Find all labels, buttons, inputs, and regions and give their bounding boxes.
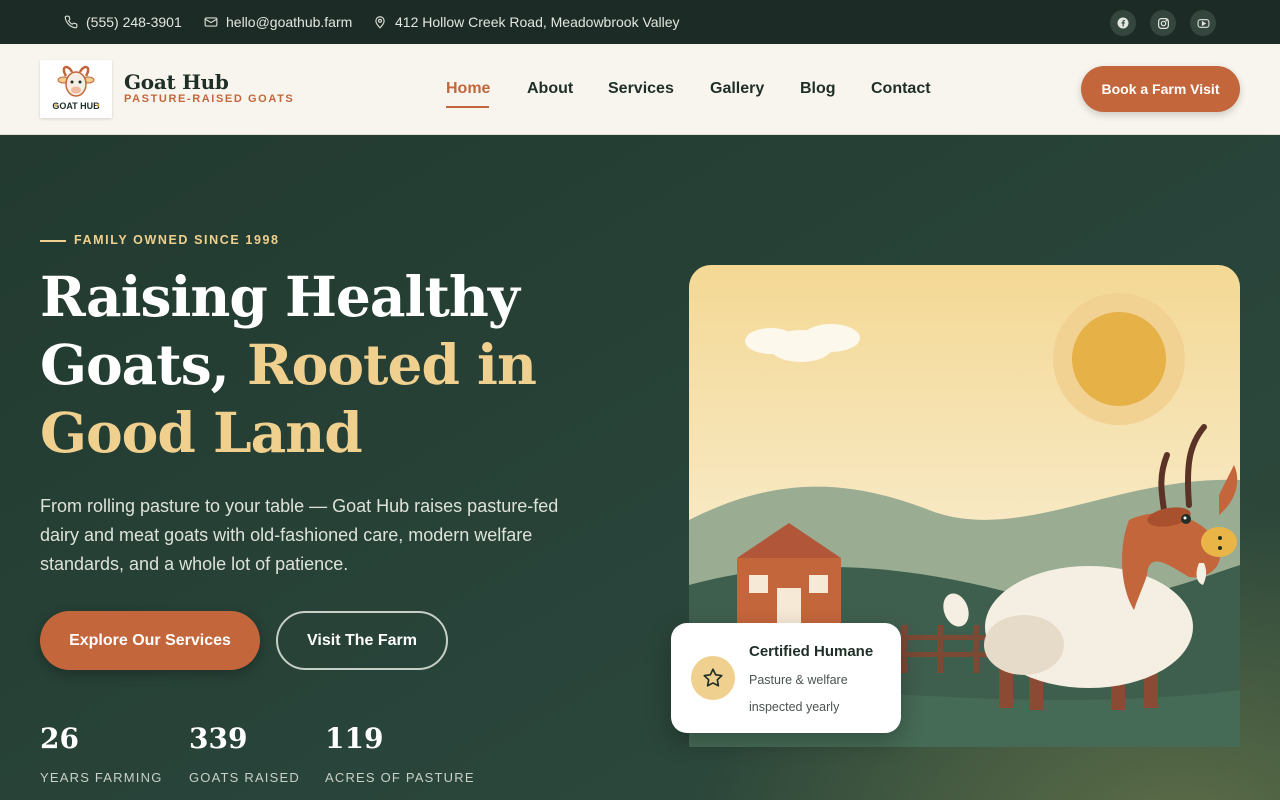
badge-title: Certified Humane bbox=[749, 643, 874, 660]
nav-about[interactable]: About bbox=[527, 80, 573, 98]
phone-contact[interactable]: (555) 248-3901 bbox=[64, 0, 182, 44]
logo-wordmark: GOAT HUB bbox=[52, 101, 100, 111]
phone-icon bbox=[64, 15, 78, 29]
visit-farm-button[interactable]: Visit The Farm bbox=[276, 611, 448, 670]
youtube-icon bbox=[1197, 18, 1209, 28]
badge-subtitle: Pasture & welfare inspected yearly bbox=[749, 673, 848, 714]
headline-line-1: Raising Healthy bbox=[40, 264, 520, 329]
stat-years-label: YEARS FARMING bbox=[40, 770, 163, 785]
instagram-link[interactable] bbox=[1150, 10, 1176, 36]
nav-home[interactable]: Home bbox=[446, 80, 490, 98]
active-nav-indicator bbox=[446, 106, 489, 108]
stat-goats-value: 339 bbox=[189, 722, 248, 755]
hero-section: FAMILY OWNED SINCE 1998 Raising Healthy … bbox=[0, 135, 1280, 800]
nav-gallery[interactable]: Gallery bbox=[710, 80, 764, 98]
site-header: GOAT HUB ✦ ✦ Goat Hub PASTURE-RAISED GOA… bbox=[0, 44, 1280, 135]
headline-line-2a: Goats, bbox=[40, 332, 230, 397]
brand-name[interactable]: Goat Hub bbox=[124, 70, 229, 94]
eyebrow-divider bbox=[40, 240, 66, 242]
svg-text:✦: ✦ bbox=[53, 102, 59, 110]
phone-text: (555) 248-3901 bbox=[86, 14, 182, 30]
stat-acres-value: 119 bbox=[325, 722, 384, 755]
mail-icon bbox=[204, 17, 218, 27]
badge-icon-wrap bbox=[691, 656, 735, 700]
stat-goats-label: GOATS RAISED bbox=[189, 770, 300, 785]
address-text: 412 Hollow Creek Road, Meadowbrook Valle… bbox=[395, 14, 680, 30]
youtube-link[interactable] bbox=[1190, 10, 1216, 36]
headline-line-2b: Rooted in bbox=[246, 332, 537, 397]
instagram-icon bbox=[1157, 17, 1169, 29]
map-pin-icon bbox=[375, 16, 385, 29]
star-icon bbox=[703, 668, 723, 687]
certified-humane-badge: Certified Humane Pasture & welfare inspe… bbox=[671, 623, 901, 733]
book-visit-button[interactable]: Book a Farm Visit bbox=[1081, 66, 1240, 112]
nav-blog[interactable]: Blog bbox=[800, 80, 836, 98]
hero-eyebrow: FAMILY OWNED SINCE 1998 bbox=[74, 233, 280, 247]
nav-contact[interactable]: Contact bbox=[871, 80, 931, 98]
logo[interactable]: GOAT HUB ✦ ✦ bbox=[40, 60, 112, 118]
stat-acres-label: ACRES OF PASTURE bbox=[325, 770, 475, 785]
goat-logo-icon: GOAT HUB ✦ ✦ bbox=[52, 65, 101, 111]
facebook-link[interactable] bbox=[1110, 10, 1136, 36]
hero-headline: Raising Healthy Goats, Rooted in Good La… bbox=[40, 263, 640, 467]
stat-years-value: 26 bbox=[40, 722, 79, 755]
headline-line-3: Good Land bbox=[40, 400, 363, 465]
email-contact[interactable]: hello@goathub.farm bbox=[204, 0, 352, 44]
brand-tagline: PASTURE-RAISED GOATS bbox=[124, 93, 295, 105]
nav-services[interactable]: Services bbox=[608, 80, 674, 98]
contact-topbar: (555) 248-3901 hello@goathub.farm 412 Ho… bbox=[0, 0, 1280, 44]
svg-text:✦: ✦ bbox=[95, 102, 101, 110]
address-contact[interactable]: 412 Hollow Creek Road, Meadowbrook Valle… bbox=[373, 0, 680, 44]
facebook-icon bbox=[1117, 17, 1129, 29]
email-text: hello@goathub.farm bbox=[226, 14, 353, 30]
hero-description: From rolling pasture to your table — Goa… bbox=[40, 496, 559, 574]
explore-services-button[interactable]: Explore Our Services bbox=[40, 611, 260, 670]
